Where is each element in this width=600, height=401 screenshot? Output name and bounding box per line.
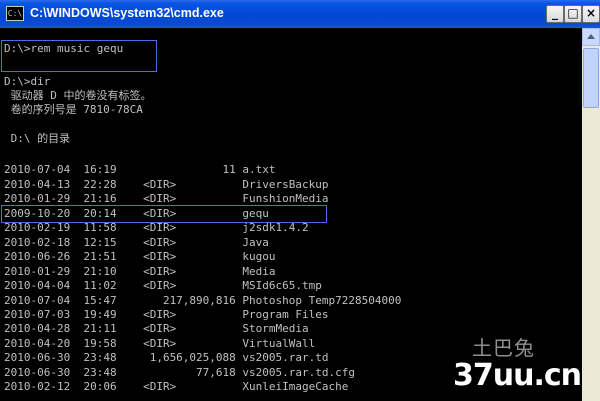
dir-entry: 2010-02-12 20:06 <DIR> XunleiImageCache — [4, 380, 349, 393]
cmd-app-icon[interactable]: C:\ — [6, 6, 24, 21]
dir-entry: 2010-01-29 21:10 <DIR> Media — [4, 265, 276, 278]
close-button[interactable]: × — [582, 5, 600, 23]
scroll-thumb[interactable] — [583, 48, 599, 108]
watermark-site-text: 37uu.cn — [453, 358, 582, 393]
title-bar[interactable]: C:\ C:\WINDOWS\system32\cmd.exe _ □ × — [0, 0, 600, 28]
window-title: C:\WINDOWS\system32\cmd.exe — [30, 6, 224, 20]
maximize-button[interactable]: □ — [564, 5, 582, 23]
minimize-button[interactable]: _ — [546, 5, 564, 23]
dir-entry: 2010-07-03 19:49 <DIR> Program Files — [4, 308, 329, 321]
console-line: D:\>dir — [4, 75, 51, 88]
dir-entry: 2010-04-04 11:02 <DIR> MSId6c65.tmp — [4, 279, 322, 292]
vertical-scrollbar[interactable] — [582, 28, 600, 401]
dir-entry: 2010-04-28 21:11 <DIR> StormMedia — [4, 322, 309, 335]
console-line: 卷的序列号是 7810-78CA — [4, 103, 143, 116]
dir-entry: 2010-02-18 12:15 <DIR> Java — [4, 236, 269, 249]
dir-entry: 2010-07-04 16:19 11 a.txt — [4, 163, 276, 176]
dir-entry: 2010-04-20 19:58 <DIR> VirtualWall — [4, 337, 316, 350]
dir-entry: 2010-06-30 23:48 1,656,025,088 vs2005.ra… — [4, 351, 329, 364]
dir-entry: 2010-06-30 23:48 77,618 vs2005.rar.td.cf… — [4, 366, 355, 379]
console-line: 驱动器 D 中的卷没有标签。 — [4, 89, 152, 102]
scroll-up-arrow-icon[interactable] — [582, 28, 600, 46]
cmd-window: C:\ C:\WINDOWS\system32\cmd.exe _ □ × D:… — [0, 0, 600, 401]
console-line: D:\ 的目录 — [4, 132, 71, 145]
gequ-row-highlight-box — [1, 205, 327, 223]
command-highlight-box — [1, 40, 157, 72]
dir-entry: 2010-04-13 22:28 <DIR> DriversBackup — [4, 178, 329, 191]
dir-entry: 2010-01-29 21:16 <DIR> FunshionMedia — [4, 192, 329, 205]
watermark-logo-text: 土巴兔 — [472, 336, 535, 360]
dir-entry: 2010-07-04 15:47 217,890,816 Photoshop T… — [4, 294, 402, 307]
dir-entry: 2010-06-26 21:51 <DIR> kugou — [4, 250, 276, 263]
